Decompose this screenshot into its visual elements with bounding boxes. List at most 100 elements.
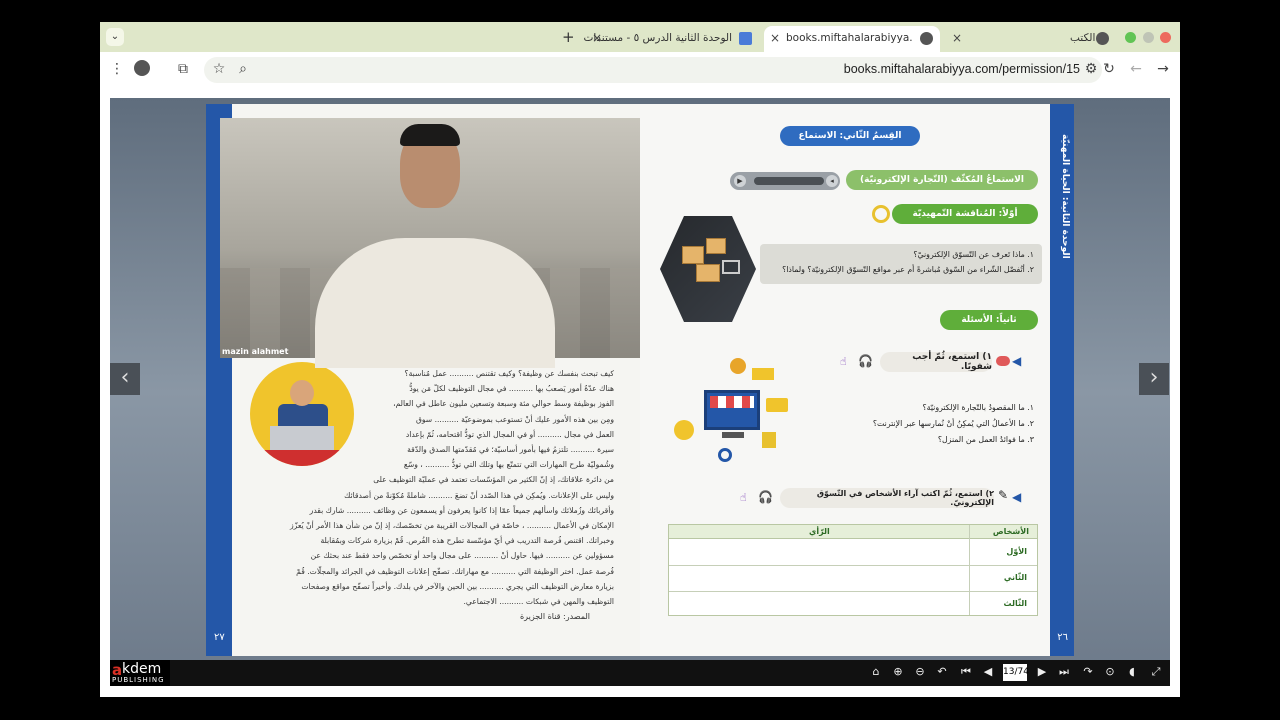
bookmark-star-icon[interactable]: ☆ bbox=[210, 61, 228, 77]
volume-icon[interactable]: ◂ bbox=[826, 175, 838, 187]
zoom-in-icon[interactable]: ⊕ bbox=[890, 665, 906, 678]
close-window-button[interactable] bbox=[1160, 32, 1171, 43]
reading-paragraph: كيف تبحث بنفسك عن وظيفة؟ وكيف تقتنص ....… bbox=[246, 366, 614, 636]
presenter-body bbox=[315, 238, 555, 368]
task1-question: ٣. ما فوائدُ العمل من المنزل؟ bbox=[937, 435, 1034, 444]
autoplay-icon[interactable]: ⊙ bbox=[1102, 665, 1118, 678]
paragraph-line: من دائرة علاقاتك، إذ إنّ الكثير من المؤس… bbox=[373, 475, 614, 485]
header-opinion: الرّأي bbox=[809, 527, 830, 536]
online-store-illustration bbox=[670, 354, 790, 474]
paragraph-line: وخبراتك. اقتنص فُرصة التدريب في أيّ مؤسّ… bbox=[320, 536, 614, 546]
page-number: ٢٦ bbox=[1057, 632, 1068, 643]
tab-strip: ⌄ + × الوحدة الثانية الدرس ٥ - مستندات ×… bbox=[100, 22, 1180, 52]
webcam-overlay: mazin alahmet bbox=[220, 118, 646, 368]
sound-icon[interactable]: ◖ bbox=[1124, 665, 1140, 678]
book-spread: ٢٧ كيف تبحث بنفسك عن وظيفة؟ وكيف تقتنص .… bbox=[206, 104, 1074, 656]
pointer-icon[interactable]: ☝ bbox=[740, 491, 747, 504]
next-page-icon[interactable]: ▶ bbox=[1034, 665, 1050, 678]
paragraph-line: التوظيف والمهن في شبكات .......... الاجت… bbox=[463, 597, 614, 607]
reload-icon[interactable]: ↻ bbox=[1100, 61, 1118, 77]
browser-toolbar: ⋮ ⧉ ☆ ⌕ books.miftahalarabiyya.com/permi… bbox=[100, 52, 1180, 88]
opinion-input-area[interactable] bbox=[669, 539, 969, 616]
tab-docs[interactable]: × الوحدة الثانية الدرس ٥ - مستندات bbox=[583, 26, 758, 52]
last-page-icon[interactable]: ⏭ bbox=[1056, 665, 1072, 679]
tab-books[interactable]: × books.miftahalarabiyya.com/p bbox=[764, 26, 940, 52]
play-icon[interactable]: ▶ bbox=[734, 175, 746, 187]
paragraph-line: الإمكان في الأعمال .......... ، خاصّة في… bbox=[290, 521, 614, 531]
paragraph-line: ومِن بين هذه الأمور عليك أنْ تستوعب بموض… bbox=[415, 414, 614, 424]
audio-progress-bar[interactable] bbox=[754, 177, 824, 185]
home-icon[interactable]: ⌂ bbox=[868, 665, 884, 678]
book-viewer: ‹ › ٢٧ كيف تبحث بنفسك عن وظيفة؟ وكيف تقت… bbox=[110, 98, 1170, 686]
minimize-button[interactable] bbox=[1143, 32, 1154, 43]
toggle-icon bbox=[996, 356, 1010, 366]
redo-icon[interactable]: ↷ bbox=[1080, 665, 1096, 678]
viewer-controls: a kdem PUBLISHING ⌂ ⊕ ⊖ ↶ ⏮ ◀ 13/74 ▶ ⏭ … bbox=[110, 660, 1170, 686]
right-page-strip: الوحدة الثانية: الحياة المهنيّة bbox=[1050, 104, 1074, 656]
undo-icon[interactable]: ↶ bbox=[934, 665, 950, 678]
speaker-icon: ◀ bbox=[1012, 490, 1022, 504]
questions-heading: ثانياً: الأسئلة bbox=[940, 310, 1038, 330]
page-indicator[interactable]: 13/74 bbox=[1003, 664, 1029, 681]
paragraph-line: كيف تبحث بنفسك عن وظيفة؟ وكيف تقتنص ....… bbox=[404, 369, 614, 378]
logo-text: kdem bbox=[122, 661, 162, 677]
table-row-label: الثّالث bbox=[1003, 599, 1028, 608]
prev-page-icon[interactable]: ◀ bbox=[980, 665, 996, 678]
paragraph-line: سيرة .......... تلتزمُ فيها بأمور أساسيّ… bbox=[407, 445, 614, 455]
paragraph-line: فُرصة عمل. اختر الوظيفة التي .......... … bbox=[296, 566, 614, 576]
paragraph-line: وليس على الإعلانات. ويُمكِن في هذا الصّد… bbox=[344, 490, 614, 500]
browser-window: ⌄ + × الوحدة الثانية الدرس ٥ - مستندات ×… bbox=[100, 22, 1180, 697]
paragraph-line: العمل في مجال .......... أو في المجال ال… bbox=[405, 429, 614, 439]
logo-subtext: PUBLISHING bbox=[112, 676, 165, 684]
fullscreen-icon[interactable]: ⤢ bbox=[1148, 665, 1164, 679]
right-page: الوحدة الثانية: الحياة المهنيّة ٢٦ القِس… bbox=[640, 104, 1074, 656]
profile-avatar[interactable] bbox=[134, 60, 150, 76]
prev-page-arrow[interactable]: ‹ bbox=[110, 363, 140, 395]
tab-title: books.miftahalarabiyya.com/p bbox=[786, 32, 912, 44]
tab-close-icon[interactable]: × bbox=[952, 31, 962, 45]
search-icon bbox=[872, 205, 890, 223]
table-row-label: الثّاني bbox=[1003, 573, 1027, 582]
header-persons: الأشخاص bbox=[992, 527, 1029, 536]
paragraph-line: مسؤولين عن .......... فيها. حاول أنْ ...… bbox=[310, 551, 614, 561]
ecommerce-cart-photo bbox=[660, 216, 756, 322]
tab-search-dropdown[interactable]: ⌄ bbox=[106, 28, 124, 46]
source-citation: المصدر: قناة الجزيرة bbox=[519, 612, 590, 621]
globe-icon bbox=[1096, 32, 1109, 45]
maximize-button[interactable] bbox=[1125, 32, 1136, 43]
next-page-arrow[interactable]: › bbox=[1139, 363, 1169, 395]
docs-icon bbox=[739, 32, 752, 45]
discussion-heading: أوّلاً: المُناقشة التّمهيديّة bbox=[892, 204, 1038, 224]
back-icon[interactable]: → bbox=[1154, 61, 1172, 77]
task1-label: ١) استمع، ثُمّ أجب شفويًا. bbox=[880, 352, 992, 372]
audio-player[interactable]: ▶ ◂ bbox=[730, 172, 840, 190]
url-text: books.miftahalarabiyya.com/permission/15 bbox=[843, 62, 1080, 76]
table-header bbox=[669, 525, 1037, 539]
section-title: القِسمُ الثّاني: الاستماع bbox=[780, 126, 920, 146]
zoom-out-icon[interactable]: ⊖ bbox=[912, 665, 928, 678]
pointer-icon[interactable]: ☝ bbox=[840, 355, 847, 368]
listening-title: الاستماعُ المُكثّف (التّجارة الإلكترونيّ… bbox=[846, 170, 1038, 190]
headphones-icon[interactable]: 🎧 bbox=[758, 490, 773, 504]
paragraph-line: وأقربائك وزُملائك واسألهم جميعاً عمّا إذ… bbox=[309, 505, 614, 515]
table-divider bbox=[969, 525, 970, 615]
menu-icon[interactable]: ⋮ bbox=[108, 61, 126, 77]
first-page-icon[interactable]: ⏮ bbox=[958, 665, 974, 679]
pencil-icon: ✎ bbox=[998, 488, 1009, 502]
address-bar[interactable]: ☆ ⌕ books.miftahalarabiyya.com/permissio… bbox=[204, 57, 1102, 83]
new-tab-button[interactable]: + bbox=[562, 28, 575, 46]
table-row-label: الأوّل bbox=[1006, 547, 1027, 556]
task1-question: ١. ما المقصودُ بالتّجارة الإلكترونيّة؟ bbox=[922, 403, 1035, 412]
speaker-icon: ◀ bbox=[1012, 354, 1022, 368]
task1-question: ٢. ما الأعمالُ التي يُمكِنُ أنْ نُمارسها… bbox=[872, 419, 1034, 428]
headphones-icon[interactable]: 🎧 bbox=[858, 354, 873, 368]
intro-question: ٢. أتُفضّل الشّراء من السّوق مُباشرةً أم… bbox=[782, 265, 1034, 274]
tab-books-library[interactable]: × الكتب bbox=[946, 26, 1114, 52]
globe-icon bbox=[920, 32, 933, 45]
extensions-icon[interactable]: ⧉ bbox=[174, 61, 192, 77]
paragraph-line: هناك عدّةُ أمور يَصعبُ بها .......... في… bbox=[409, 384, 614, 394]
paragraph-line: بزيارة معارض التوظيف التي يجري .........… bbox=[301, 581, 614, 591]
zoom-icon[interactable]: ⌕ bbox=[234, 61, 252, 77]
tab-close-icon[interactable]: × bbox=[770, 31, 780, 45]
site-settings-icon[interactable]: ⚙ bbox=[1082, 61, 1100, 77]
